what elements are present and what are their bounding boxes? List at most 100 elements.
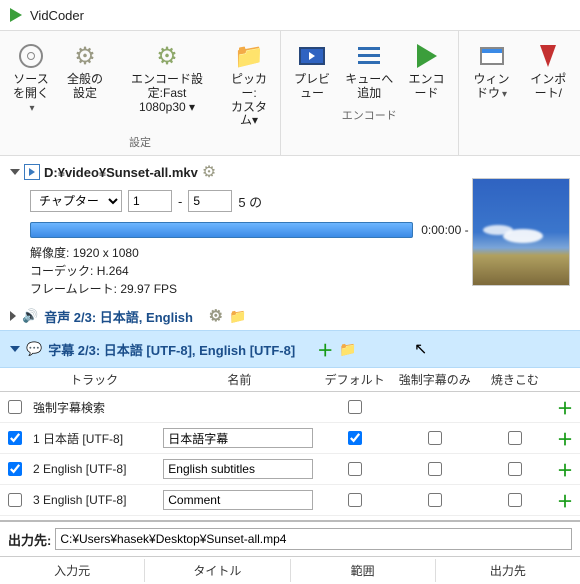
folder-icon: 📁 xyxy=(234,42,264,71)
down-arrow-icon xyxy=(540,45,556,67)
preview-thumbnail[interactable] xyxy=(472,178,570,286)
audio-section-header[interactable]: 🔊 音声 2/3: 日本語, English ⚙ 📁 xyxy=(0,302,580,330)
subtitle-section-header[interactable]: 💬 字幕 2/3: 日本語 [UTF-8], English [UTF-8] ＋… xyxy=(0,330,580,368)
table-row: 2 English [UTF-8] ＋ xyxy=(0,454,580,485)
burn-checkbox[interactable] xyxy=(508,462,522,476)
default-checkbox[interactable] xyxy=(348,493,362,507)
preview-button[interactable]: プレビュー xyxy=(285,37,339,105)
table-row: 1 日本語 [UTF-8] ＋ xyxy=(0,423,580,454)
window-button[interactable]: ウィンドウ▾ xyxy=(463,37,521,105)
track-name: 強制字幕検索 xyxy=(29,392,159,423)
burn-checkbox[interactable] xyxy=(508,431,522,445)
resolution-label: 解像度: xyxy=(30,246,69,260)
encode-settings-button[interactable]: ⚙ エンコード設定:Fast 1080p30 ▾ xyxy=(112,37,222,132)
ribbon-group-label-settings: 設定 xyxy=(0,132,280,153)
encode-label: エンコード xyxy=(406,73,448,101)
subtitle-name xyxy=(159,392,319,423)
global-settings-button[interactable]: ⚙ 全般の設定 xyxy=(58,37,112,132)
title-bar: VidCoder xyxy=(0,0,580,30)
add-track-button[interactable]: ＋ xyxy=(557,432,573,449)
track-name: 2 English [UTF-8] xyxy=(29,454,159,485)
count-suffix: 5 の xyxy=(238,192,262,211)
ribbon-group-window: ウィンドウ▾ インポート/ xyxy=(459,31,580,155)
output-row: 出力先: xyxy=(0,520,580,556)
monitor-icon xyxy=(299,47,325,65)
add-subtitle-button[interactable]: ＋ xyxy=(317,337,333,361)
add-track-button[interactable]: ＋ xyxy=(557,463,573,480)
ribbon-group-encode: プレビュー キューへ追加 エンコード エンコード xyxy=(281,31,459,155)
subtitle-name-input[interactable] xyxy=(163,490,313,510)
window-icon xyxy=(480,47,504,65)
output-path-input[interactable] xyxy=(55,528,572,550)
add-queue-label: キューへ追加 xyxy=(345,73,394,101)
collapse-icon xyxy=(10,311,16,321)
import-label: インポート/ xyxy=(527,73,570,101)
track-name: 3 English [UTF-8] xyxy=(29,485,159,516)
picker-button[interactable]: 📁 ピッカー: カスタム▾ xyxy=(222,37,276,132)
default-checkbox[interactable] xyxy=(348,431,362,445)
fps-label: フレームレート: xyxy=(30,282,117,296)
gear-icon: ⚙ xyxy=(74,42,96,71)
source-gear-icon[interactable]: ⚙ xyxy=(202,162,216,182)
audio-folder-icon[interactable]: 📁 xyxy=(229,308,246,325)
subtitle-name-input[interactable] xyxy=(163,459,313,479)
app-icon xyxy=(10,8,22,22)
table-row: 3 English [UTF-8] ＋ xyxy=(0,485,580,516)
subtitle-name-input[interactable] xyxy=(163,428,313,448)
green-gear-icon: ⚙ xyxy=(156,42,178,71)
encode-settings-label: エンコード設定:Fast 1080p30 ▾ xyxy=(118,73,216,114)
encode-button[interactable]: エンコード xyxy=(400,37,454,105)
ribbon-group-label-encode: エンコード xyxy=(281,105,458,126)
add-track-button[interactable]: ＋ xyxy=(557,494,573,511)
source-path: D:¥video¥Sunset-all.mkv xyxy=(44,165,198,180)
col-default: デフォルト xyxy=(320,368,390,392)
range-bar[interactable] xyxy=(30,222,413,238)
add-queue-button[interactable]: キューへ追加 xyxy=(339,37,400,105)
col-forced: 強制字幕のみ xyxy=(390,368,480,392)
picker-label: ピッカー: カスタム▾ xyxy=(228,73,270,128)
output-label: 出力先: xyxy=(8,530,51,549)
codec-label: コーデック: xyxy=(30,264,93,278)
list-icon xyxy=(358,47,380,65)
ribbon-group-settings: ソースを開く▾ ⚙ 全般の設定 ⚙ エンコード設定:Fast 1080p30 ▾… xyxy=(0,31,281,155)
forced-checkbox[interactable] xyxy=(428,431,442,445)
app-title: VidCoder xyxy=(30,8,84,23)
subtitle-header-text: 字幕 2/3: 日本語 [UTF-8], English [UTF-8] xyxy=(48,340,295,359)
queue-col-range: 範囲 xyxy=(291,559,436,582)
subtitle-icon: 💬 xyxy=(26,341,42,357)
queue-col-input: 入力元 xyxy=(0,559,145,582)
track-name: 1 日本語 [UTF-8] xyxy=(29,423,159,454)
row-enable-checkbox[interactable] xyxy=(8,431,22,445)
play-icon xyxy=(417,44,437,68)
col-burn: 焼きこむ xyxy=(480,368,550,392)
chapter-select[interactable]: チャプター xyxy=(30,190,122,212)
expand-icon xyxy=(10,346,20,352)
ribbon: ソースを開く▾ ⚙ 全般の設定 ⚙ エンコード設定:Fast 1080p30 ▾… xyxy=(0,30,580,156)
audio-gear-icon[interactable]: ⚙ xyxy=(209,306,223,326)
row-enable-checkbox[interactable] xyxy=(8,493,22,507)
col-track: トラック xyxy=(29,368,159,392)
queue-header: 入力元 タイトル 範囲 出力先 xyxy=(0,556,580,584)
row-enable-checkbox[interactable] xyxy=(8,400,22,414)
burn-checkbox[interactable] xyxy=(508,493,522,507)
forced-checkbox[interactable] xyxy=(428,493,442,507)
import-button[interactable]: インポート/ xyxy=(521,37,576,105)
resolution-value: 1920 x 1080 xyxy=(73,246,139,260)
video-file-icon xyxy=(24,164,40,180)
table-row: 強制字幕検索 ＋ xyxy=(0,392,580,423)
default-checkbox[interactable] xyxy=(348,400,362,414)
open-source-button[interactable]: ソースを開く▾ xyxy=(4,37,58,132)
fps-value: 29.97 FPS xyxy=(120,282,177,296)
global-settings-label: 全般の設定 xyxy=(64,73,106,101)
add-track-button[interactable]: ＋ xyxy=(557,401,573,418)
preview-label: プレビュー xyxy=(291,73,333,101)
subtitle-folder-icon[interactable]: 📁 xyxy=(339,341,356,358)
range-to-input[interactable] xyxy=(188,190,232,212)
col-name: 名前 xyxy=(159,368,319,392)
default-checkbox[interactable] xyxy=(348,462,362,476)
speaker-icon: 🔊 xyxy=(22,308,38,324)
row-enable-checkbox[interactable] xyxy=(8,462,22,476)
range-from-input[interactable] xyxy=(128,190,172,212)
forced-checkbox[interactable] xyxy=(428,462,442,476)
audio-header-text: 音声 2/3: 日本語, English xyxy=(44,307,193,326)
